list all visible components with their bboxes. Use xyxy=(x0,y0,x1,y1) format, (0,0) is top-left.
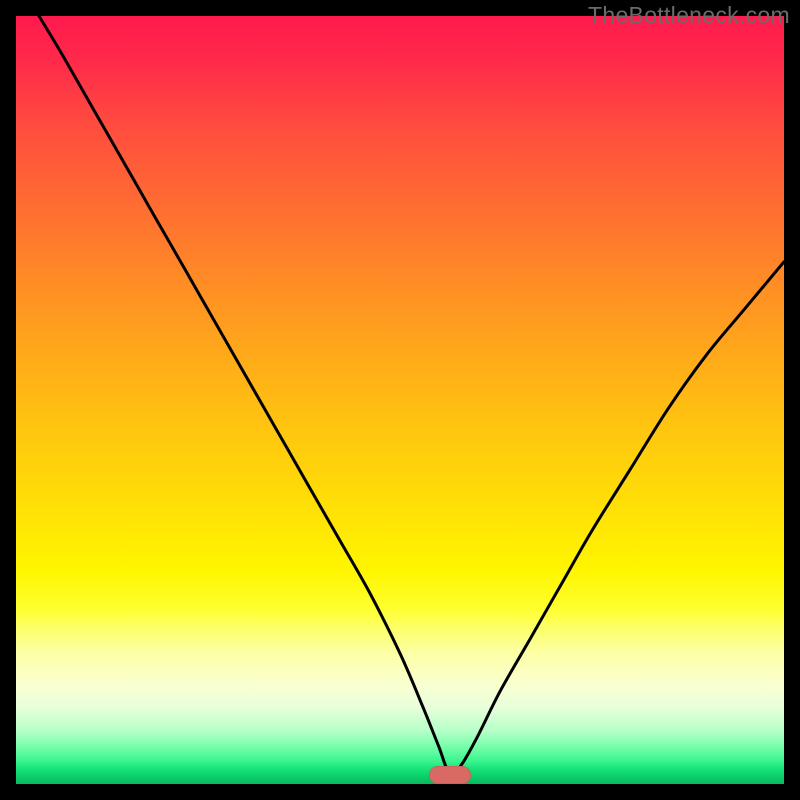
bottleneck-curve xyxy=(39,16,784,775)
plot-area xyxy=(16,16,784,784)
watermark-text: TheBottleneck.com xyxy=(588,2,790,29)
chart-frame: TheBottleneck.com xyxy=(0,0,800,800)
curve-layer xyxy=(16,16,784,784)
optimum-marker xyxy=(429,766,471,784)
